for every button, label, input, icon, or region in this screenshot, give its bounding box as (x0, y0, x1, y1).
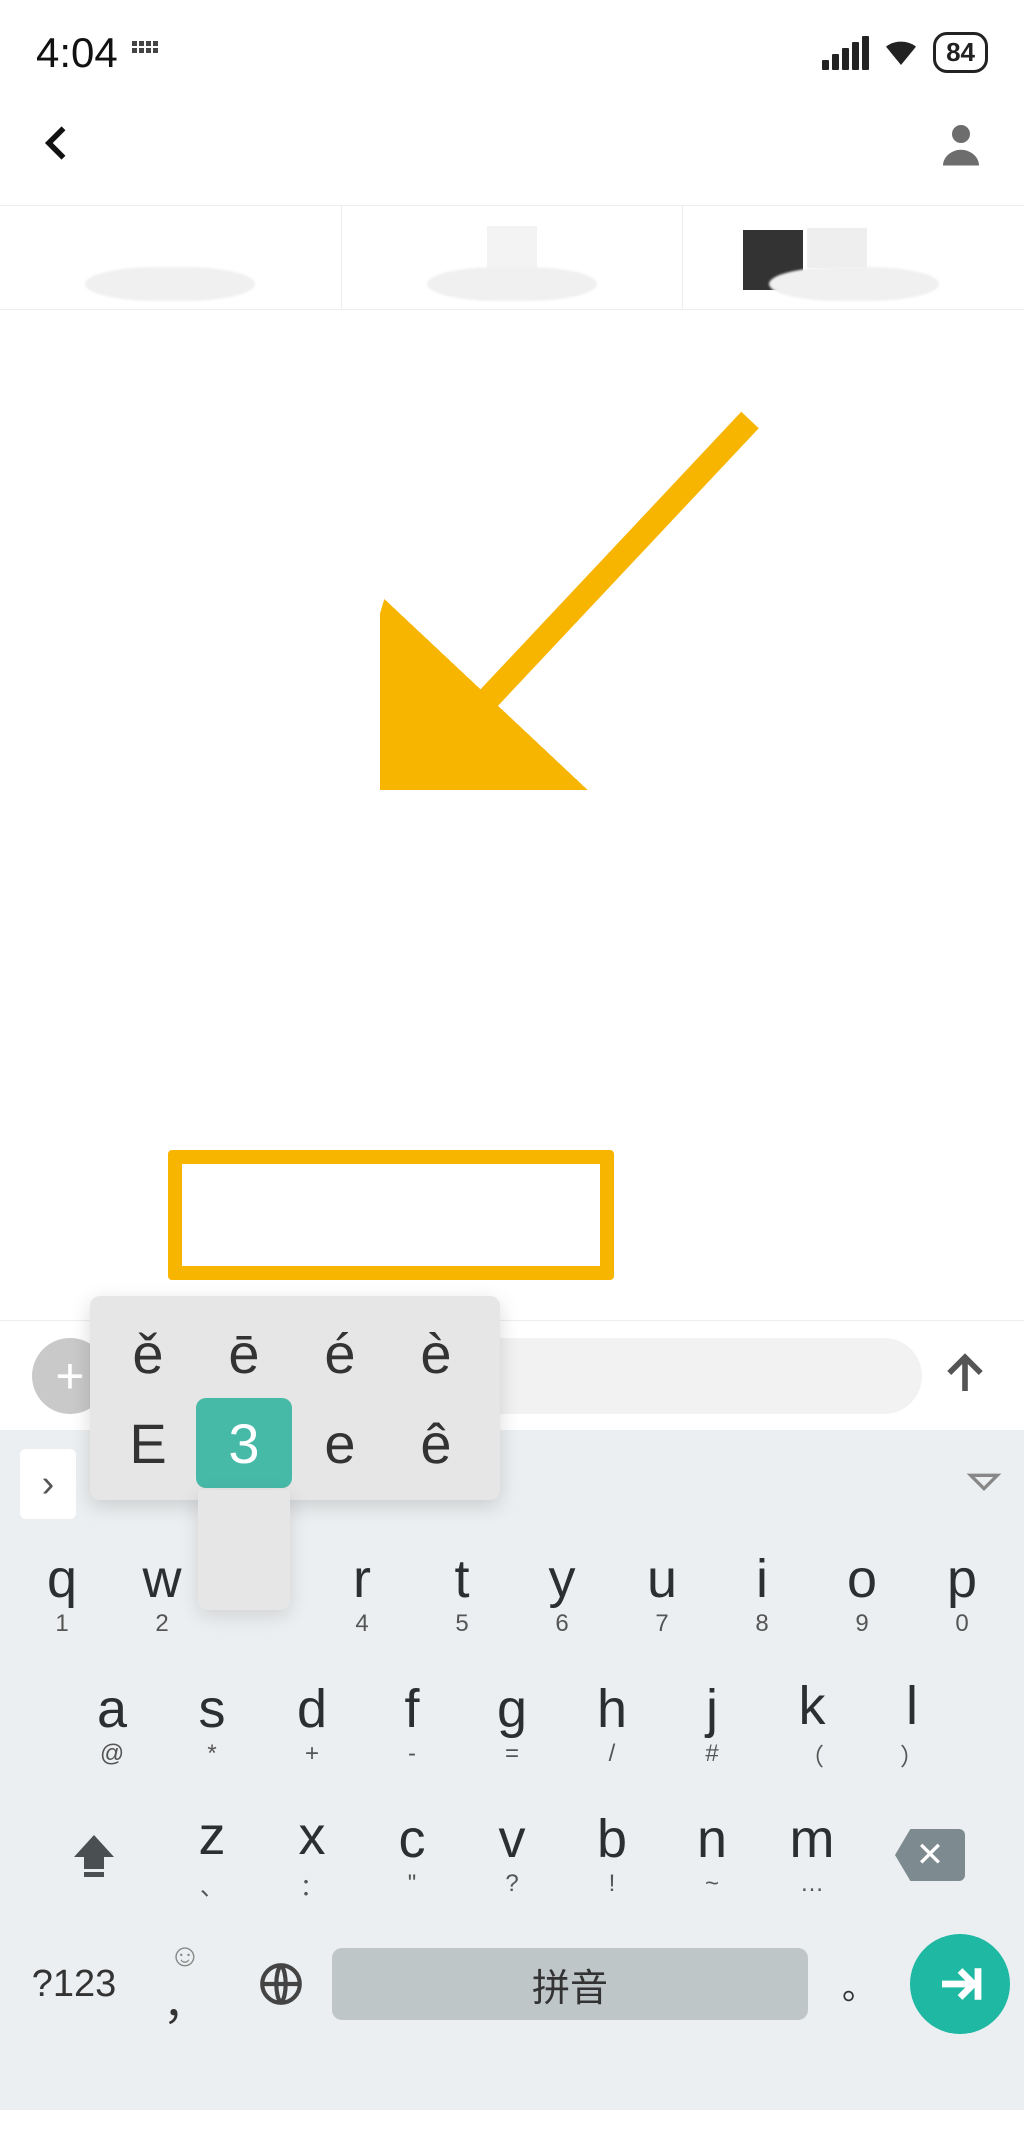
key-t[interactable]: t5 (415, 1532, 509, 1658)
tab-row (0, 205, 1024, 310)
symbols-key[interactable]: ?123 (14, 1963, 134, 2006)
key-f[interactable]: f- (365, 1662, 459, 1788)
key-l[interactable]: l） (865, 1662, 959, 1788)
key-o[interactable]: o9 (815, 1532, 909, 1658)
backspace-key[interactable]: ✕ (870, 1792, 990, 1918)
status-time: 4:04 (36, 29, 118, 77)
accent-option-selected[interactable]: 3 (196, 1398, 292, 1488)
key-j[interactable]: j# (665, 1662, 759, 1788)
key-p[interactable]: p0 (915, 1532, 1009, 1658)
key-h[interactable]: h/ (565, 1662, 659, 1788)
signal-icon (822, 36, 869, 70)
period-key[interactable]: 。 (814, 1960, 904, 2009)
keyboard-collapse-icon[interactable] (964, 1462, 1004, 1507)
scroll-up-button[interactable] (938, 1346, 992, 1405)
tab-1[interactable] (0, 206, 342, 309)
key-v[interactable]: v? (465, 1792, 559, 1918)
accent-option[interactable]: ê (388, 1398, 484, 1488)
key-b[interactable]: b! (565, 1792, 659, 1918)
key-q[interactable]: q1 (15, 1532, 109, 1658)
accent-popup: ě ē é è E 3 e ê (90, 1296, 500, 1500)
accent-option[interactable]: ē (196, 1308, 292, 1398)
app-header (0, 95, 1024, 205)
key-g[interactable]: g= (465, 1662, 559, 1788)
accent-option[interactable]: ě (100, 1308, 196, 1398)
enter-key[interactable] (910, 1934, 1010, 2034)
key-z[interactable]: z、 (165, 1792, 259, 1918)
battery-indicator: 84 (933, 32, 988, 73)
key-c[interactable]: c" (365, 1792, 459, 1918)
accent-option[interactable]: e (292, 1398, 388, 1488)
annotation-arrow-icon (380, 390, 780, 790)
accent-option[interactable]: é (292, 1308, 388, 1398)
tab-3[interactable] (683, 206, 1024, 309)
soft-keyboard: ě ē é è E 3 e ê › q1w2e3r4t5y6u7i8o9p0 a… (0, 1430, 1024, 2110)
key-d[interactable]: d+ (265, 1662, 359, 1788)
key-u[interactable]: u7 (615, 1532, 709, 1658)
key-s[interactable]: s* (165, 1662, 259, 1788)
key-i[interactable]: i8 (715, 1532, 809, 1658)
content-area (0, 310, 1024, 1320)
space-key[interactable]: 拼音 (332, 1948, 808, 2020)
key-w[interactable]: w2 (115, 1532, 209, 1658)
back-button[interactable] (36, 121, 80, 170)
key-x[interactable]: x： (265, 1792, 359, 1918)
language-key[interactable] (236, 1959, 326, 2009)
keyboard-indicator-icon (132, 41, 158, 53)
wifi-icon (881, 30, 921, 75)
status-bar: 4:04 84 (0, 0, 1024, 95)
accent-option[interactable]: E (100, 1398, 196, 1488)
key-r[interactable]: r4 (315, 1532, 409, 1658)
keyboard-expand-button[interactable]: › (20, 1449, 76, 1519)
key-n[interactable]: n~ (665, 1792, 759, 1918)
accent-option[interactable]: è (388, 1308, 484, 1398)
profile-icon[interactable] (934, 116, 988, 175)
shift-key[interactable] (34, 1792, 154, 1918)
system-nav-bar (0, 2110, 1024, 2131)
key-m[interactable]: m… (765, 1792, 859, 1918)
key-a[interactable]: a@ (65, 1662, 159, 1788)
key-y[interactable]: y6 (515, 1532, 609, 1658)
comma-key[interactable]: ☺ ， (140, 1937, 230, 2032)
tab-2[interactable] (342, 206, 684, 309)
key-k[interactable]: k（ (765, 1662, 859, 1788)
